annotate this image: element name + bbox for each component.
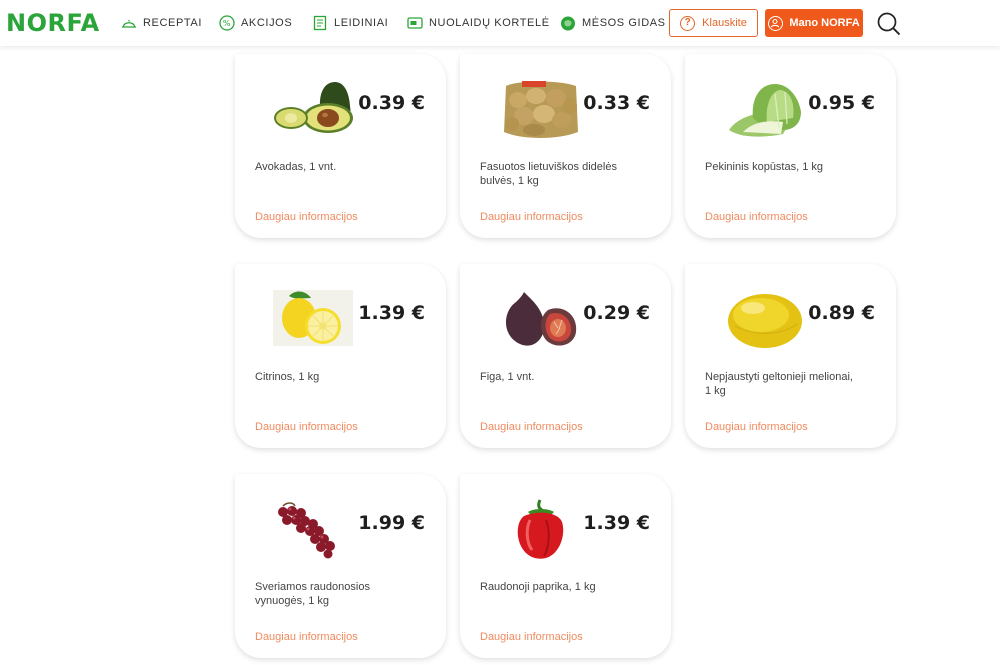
product-price: 1.39 € bbox=[583, 512, 650, 534]
site-header: NORFA RECEPTAI % AKCIJOS LEIDINIAI NUOLA… bbox=[0, 0, 1000, 46]
more-info-link[interactable]: Daugiau informacijos bbox=[255, 211, 358, 223]
account-label: Mano NORFA bbox=[789, 17, 860, 29]
nav-label: LEIDINIAI bbox=[334, 17, 389, 29]
product-card[interactable]: 0.39 € Avokadas, 1 vnt. Daugiau informac… bbox=[235, 54, 446, 238]
nav-item-nuolaidu-kortele[interactable]: NUOLAIDŲ KORTELĖ bbox=[407, 14, 550, 32]
leaflet-icon bbox=[313, 15, 327, 31]
product-name: Raudonoji paprika, 1 kg bbox=[480, 581, 596, 593]
nav-item-mesos-gidas[interactable]: MĖSOS GIDAS bbox=[560, 14, 666, 32]
product-name: Pekininis kopūstas, 1 kg bbox=[705, 161, 824, 173]
more-info-link[interactable]: Daugiau informacijos bbox=[480, 631, 583, 643]
product-card[interactable]: 1.39 € Citrinos, 1 kg Daugiau informacij… bbox=[235, 264, 446, 448]
search-icon[interactable] bbox=[876, 11, 902, 37]
more-info-link[interactable]: Daugiau informacijos bbox=[705, 211, 808, 223]
meat-guide-icon bbox=[561, 16, 575, 31]
norfa-logo[interactable]: NORFA bbox=[6, 9, 100, 37]
product-card[interactable]: 1.99 € Sveriamos raudonosios vynuogės, 1… bbox=[235, 474, 446, 658]
nav-item-receptai[interactable]: RECEPTAI bbox=[121, 14, 202, 32]
red-pepper-image bbox=[517, 499, 564, 559]
product-price: 0.39 € bbox=[358, 92, 425, 114]
more-info-link[interactable]: Daugiau informacijos bbox=[705, 421, 808, 433]
product-card[interactable]: 1.39 € Raudonoji paprika, 1 kg Daugiau i… bbox=[460, 474, 671, 658]
more-info-link[interactable]: Daugiau informacijos bbox=[480, 211, 583, 223]
figs-image bbox=[505, 292, 577, 346]
my-account-button[interactable]: Mano NORFA bbox=[765, 9, 863, 37]
product-name: Citrinos, 1 kg bbox=[255, 371, 320, 383]
nav-label: AKCIJOS bbox=[241, 17, 293, 29]
product-card[interactable]: 0.29 € Figa, 1 vnt. Daugiau informacijos bbox=[460, 264, 671, 448]
product-name: Sveriamos raudonosios vynuogės, 1 kg bbox=[255, 581, 370, 607]
nav-label: NUOLAIDŲ KORTELĖ bbox=[429, 17, 550, 29]
user-icon bbox=[768, 15, 784, 31]
ask-label: Klauskite bbox=[702, 17, 747, 29]
svg-text:%: % bbox=[223, 19, 231, 28]
product-card[interactable]: 0.33 € Fasuotos lietuviškos didelės bulv… bbox=[460, 54, 671, 238]
lemons-image bbox=[273, 290, 353, 346]
product-price: 0.95 € bbox=[808, 92, 875, 114]
product-price: 0.89 € bbox=[808, 302, 875, 324]
ask-button[interactable]: ? Klauskite bbox=[669, 9, 758, 37]
avocado-image bbox=[274, 82, 353, 133]
nav-label: RECEPTAI bbox=[143, 17, 202, 29]
product-name: Figa, 1 vnt. bbox=[480, 371, 535, 383]
red-grapes-image bbox=[278, 502, 335, 559]
question-icon: ? bbox=[680, 15, 696, 31]
logo-text: NORFA bbox=[6, 9, 100, 37]
yellow-melon-image bbox=[728, 294, 802, 348]
percent-icon: % bbox=[219, 15, 235, 31]
nav-item-akcijos[interactable]: % AKCIJOS bbox=[219, 14, 292, 32]
product-name: Avokadas, 1 vnt. bbox=[255, 161, 337, 173]
product-price: 0.29 € bbox=[583, 302, 650, 324]
product-name: Nepjaustyti geltonieji melionai, 1 kg bbox=[705, 371, 853, 397]
chinese-cabbage-image bbox=[729, 84, 801, 137]
more-info-link[interactable]: Daugiau informacijos bbox=[255, 421, 358, 433]
nav-label: MĖSOS GIDAS bbox=[582, 17, 666, 29]
more-info-link[interactable]: Daugiau informacijos bbox=[255, 631, 358, 643]
product-card[interactable]: 0.89 € Nepjaustyti geltonieji melionai, … bbox=[685, 264, 896, 448]
discount-card-icon bbox=[407, 17, 423, 29]
product-name: Fasuotos lietuviškos didelės bulvės, 1 k… bbox=[480, 161, 617, 187]
product-price: 0.33 € bbox=[583, 92, 650, 114]
product-card[interactable]: 0.95 € Pekininis kopūstas, 1 kg Daugiau … bbox=[685, 54, 896, 238]
more-info-link[interactable]: Daugiau informacijos bbox=[480, 421, 583, 433]
nav-item-leidiniai[interactable]: LEIDINIAI bbox=[312, 14, 388, 32]
product-price: 1.39 € bbox=[358, 302, 425, 324]
potatoes-bag-image bbox=[504, 81, 578, 138]
recipe-dish-icon bbox=[122, 20, 136, 28]
product-price: 1.99 € bbox=[358, 512, 425, 534]
